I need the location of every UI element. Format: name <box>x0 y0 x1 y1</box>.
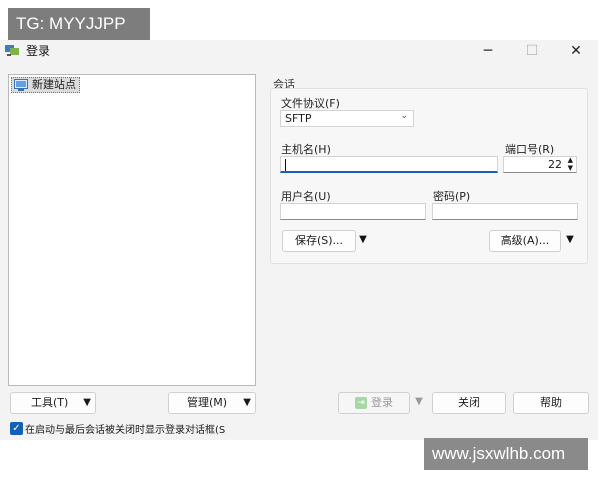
login-button[interactable]: ⇥ 登录 <box>338 392 410 414</box>
maximize-button[interactable]: ☐ <box>510 40 554 62</box>
show-login-checkbox-label: 在启动与最后会话被关闭时显示登录对话框(S <box>25 425 226 436</box>
save-button[interactable]: 保存(S)... <box>282 230 356 252</box>
host-label: 主机名(H) <box>281 143 331 156</box>
protocol-label: 文件协议(F) <box>281 97 340 110</box>
close-label: 关闭 <box>458 396 480 409</box>
new-site-icon <box>14 79 28 91</box>
text-cursor <box>285 159 286 171</box>
close-window-button[interactable]: ✕ <box>554 40 598 62</box>
site-item-new-site[interactable]: 新建站点 <box>11 77 80 93</box>
password-input[interactable] <box>432 203 578 220</box>
protocol-value: SFTP <box>285 112 312 125</box>
port-value: 22 <box>548 158 562 171</box>
site-item-label: 新建站点 <box>32 78 76 91</box>
protocol-select[interactable]: SFTP ⌄ <box>280 110 414 127</box>
tools-label: 工具(T) <box>31 396 69 409</box>
minimize-button[interactable]: ─ <box>466 40 510 62</box>
login-icon: ⇥ <box>355 397 367 409</box>
host-input[interactable] <box>280 156 498 173</box>
manage-label: 管理(M) <box>187 396 228 409</box>
manage-button[interactable]: 管理(M) ▼ <box>168 392 256 414</box>
user-label: 用户名(U) <box>281 190 331 203</box>
save-label: 保存(S)... <box>294 234 344 247</box>
advanced-button[interactable]: 高级(A)... <box>489 230 561 252</box>
tools-button[interactable]: 工具(T) ▼ <box>10 392 96 414</box>
help-label: 帮助 <box>540 396 562 409</box>
login-window: 登录 ─ ☐ ✕ 新建站点 工具(T) ▼ 管理(M) ▼ ✓ 在启动与最后会话… <box>0 40 598 440</box>
app-icon <box>5 45 19 56</box>
watermark-top: TG: MYYJJPP <box>8 8 150 40</box>
site-tree[interactable]: 新建站点 <box>8 74 256 386</box>
chevron-down-icon: ⌄ <box>400 111 408 121</box>
username-input[interactable] <box>280 203 426 220</box>
show-login-checkbox[interactable]: ✓ <box>10 422 23 435</box>
chevron-down-icon: ▼ <box>243 397 251 408</box>
port-label: 端口号(R) <box>505 143 555 156</box>
login-label: 登录 <box>371 396 393 409</box>
advanced-dropdown-icon[interactable]: ▼ <box>562 230 578 252</box>
chevron-down-icon: ▼ <box>83 397 91 408</box>
password-label: 密码(P) <box>433 190 471 203</box>
watermark-bottom: www.jsxwlhb.com <box>424 438 588 470</box>
port-input[interactable]: 22 ▲ ▼ <box>503 156 577 173</box>
login-dropdown-icon[interactable]: ▼ <box>411 392 427 414</box>
window-title: 登录 <box>26 44 51 58</box>
title-bar: 登录 ─ ☐ ✕ <box>0 40 598 62</box>
advanced-label: 高级(A)... <box>500 234 550 247</box>
save-dropdown-icon[interactable]: ▼ <box>355 230 371 252</box>
spinner-icon[interactable]: ▲ ▼ <box>568 156 573 172</box>
help-button[interactable]: 帮助 <box>513 392 589 414</box>
close-button[interactable]: 关闭 <box>432 392 506 414</box>
